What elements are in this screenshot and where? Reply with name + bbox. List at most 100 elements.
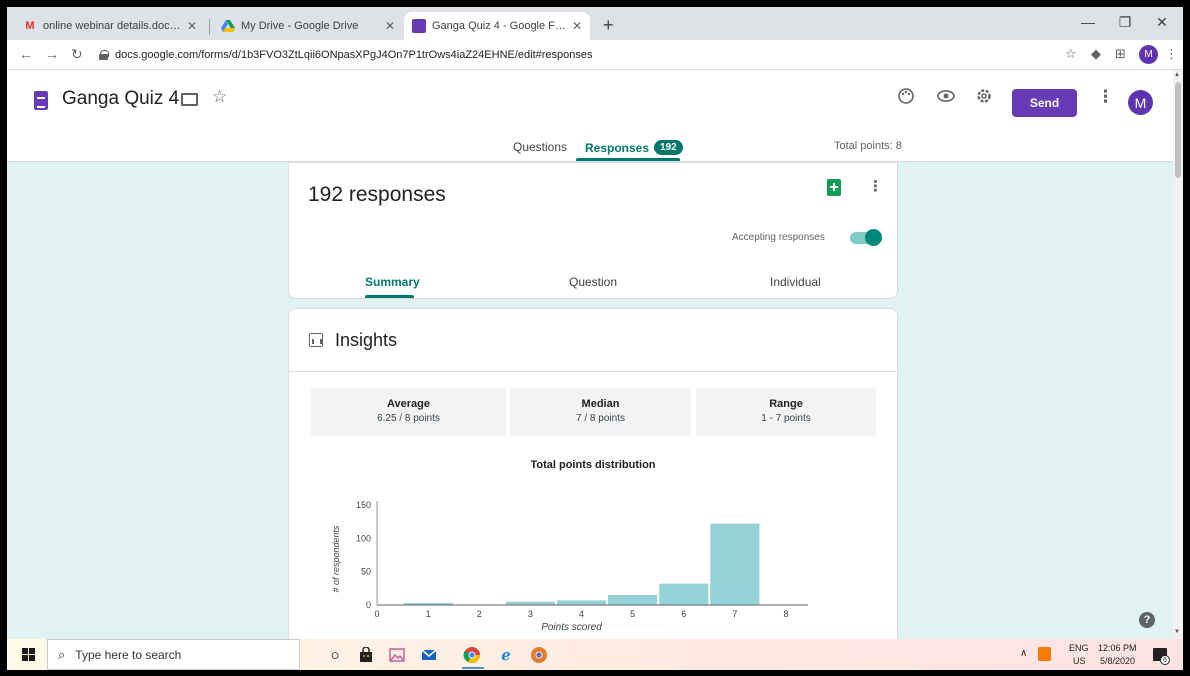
close-icon[interactable]: ✕ xyxy=(572,19,582,33)
y-axis-title: # of respondents xyxy=(331,525,341,593)
stat-value: 7 / 8 points xyxy=(576,413,625,424)
active-subtab-indicator xyxy=(365,295,414,298)
x-tick-label: 0 xyxy=(374,609,379,619)
clock-time[interactable]: 12:06 PM xyxy=(1098,643,1137,653)
mail-icon[interactable] xyxy=(419,645,439,665)
send-button[interactable]: Send xyxy=(1012,89,1077,117)
palette-icon[interactable] xyxy=(897,87,915,110)
minimize-button[interactable]: — xyxy=(1073,14,1103,30)
divider xyxy=(289,371,897,372)
clock-date: 5/8/2020 xyxy=(1100,656,1136,666)
back-icon[interactable]: ← xyxy=(19,46,33,62)
bookmark-star-icon[interactable]: ☆ xyxy=(1065,46,1077,62)
subtab-question[interactable]: Question xyxy=(569,275,617,289)
browser-tab-bar: M online webinar details.docx - ma ✕ My … xyxy=(7,7,1183,40)
region-label: US xyxy=(1073,656,1086,666)
browser-menu-icon[interactable]: ⋮ xyxy=(1165,46,1178,62)
insights-title: Insights xyxy=(335,330,398,350)
y-tick-label: 150 xyxy=(356,500,371,510)
chart-bar xyxy=(608,595,658,605)
language-label[interactable]: ENG xyxy=(1069,643,1089,653)
stat-label: Median xyxy=(581,398,620,410)
stat-label: Range xyxy=(769,398,803,410)
tab-responses[interactable]: Responses 192 xyxy=(585,140,683,155)
profile-avatar[interactable]: M xyxy=(1139,45,1158,64)
chrome-canary-icon[interactable] xyxy=(529,645,549,665)
tab-forms[interactable]: Ganga Quiz 4 - Google Forms ✕ xyxy=(404,12,590,40)
y-tick-label: 0 xyxy=(366,600,371,610)
x-tick-label: 8 xyxy=(783,609,788,619)
scroll-up-arrow[interactable]: ▲ xyxy=(1174,72,1180,78)
scroll-thumb[interactable] xyxy=(1175,82,1181,178)
windows-start-icon[interactable] xyxy=(22,648,35,661)
forms-logo-icon[interactable] xyxy=(34,91,48,110)
notification-count-badge: 6 xyxy=(1160,655,1170,665)
y-tick-label: 100 xyxy=(356,533,371,543)
responses-card: 192 responses ⋮ Accepting responses Summ… xyxy=(288,162,898,299)
tab-label: online webinar details.docx - ma xyxy=(43,20,181,32)
x-tick-label: 2 xyxy=(477,609,482,619)
active-tab-indicator xyxy=(576,158,680,161)
more-options-icon[interactable]: ⋮ xyxy=(868,177,883,195)
tab-label: Ganga Quiz 4 - Google Forms xyxy=(432,20,566,32)
stat-value: 6.25 / 8 points xyxy=(377,413,440,424)
page-scrollbar[interactable]: ▲ ▼ xyxy=(1173,70,1183,639)
close-icon[interactable]: ✕ xyxy=(385,19,395,33)
tab-separator xyxy=(209,19,210,35)
new-tab-button[interactable]: + xyxy=(603,16,614,34)
stat-average: Average 6.25 / 8 points xyxy=(311,388,506,436)
photos-icon[interactable] xyxy=(387,645,407,665)
tab-questions[interactable]: Questions xyxy=(513,140,567,154)
points-distribution-chart: 0 50 100 150 0 1 2 3 4 5 6 7 8 Points scored # of resp… xyxy=(331,500,808,633)
stat-median: Median 7 / 8 points xyxy=(510,388,691,436)
apps-grid-icon[interactable]: ⊞ xyxy=(1115,46,1126,62)
form-title[interactable]: Ganga Quiz 4 xyxy=(62,88,179,110)
tray-expand-icon[interactable]: ∧ xyxy=(1020,648,1027,659)
internet-explorer-icon[interactable]: ℯ xyxy=(496,645,516,665)
taskbar-search-box[interactable]: ⌕ Type here to search xyxy=(47,639,300,670)
chart-bar xyxy=(710,523,760,605)
x-tick-label: 6 xyxy=(681,609,686,619)
extension-icon[interactable]: ◆ xyxy=(1091,46,1101,62)
x-tick-label: 7 xyxy=(732,609,737,619)
subtab-summary[interactable]: Summary xyxy=(365,275,420,289)
gmail-icon: M xyxy=(25,20,35,32)
y-tick-label: 50 xyxy=(361,567,371,577)
chart-bar xyxy=(556,600,607,605)
tab-gmail[interactable]: M online webinar details.docx - ma ✕ xyxy=(15,12,205,40)
settings-gear-icon[interactable] xyxy=(975,87,993,110)
screen: M online webinar details.docx - ma ✕ My … xyxy=(7,7,1183,670)
scroll-down-arrow[interactable]: ▼ xyxy=(1174,629,1180,635)
folder-icon[interactable] xyxy=(181,93,198,106)
close-icon[interactable]: ✕ xyxy=(187,19,197,33)
total-points: Total points: 8 xyxy=(834,140,902,152)
maximize-button[interactable]: ❐ xyxy=(1110,14,1140,31)
account-avatar[interactable]: M xyxy=(1128,90,1153,115)
tray-app-icon[interactable] xyxy=(1038,647,1051,661)
address-bar: ← → ↻ docs.google.com/forms/d/1b3FVO3ZtL… xyxy=(7,40,1183,70)
x-tick-label: 5 xyxy=(630,609,635,619)
stat-range: Range 1 - 7 points xyxy=(696,388,876,436)
star-icon[interactable]: ☆ xyxy=(212,87,227,107)
more-options-icon[interactable]: ⋮ xyxy=(1097,87,1114,107)
tab-label: My Drive - Google Drive xyxy=(241,20,359,32)
url-bar[interactable]: docs.google.com/forms/d/1b3FVO3ZtLqii6ON… xyxy=(99,44,1059,66)
subtab-individual[interactable]: Individual xyxy=(770,275,821,289)
google-sheets-icon[interactable] xyxy=(827,179,841,196)
preview-eye-icon[interactable] xyxy=(936,87,956,110)
help-icon[interactable]: ? xyxy=(1139,612,1155,628)
chrome-icon[interactable] xyxy=(462,645,482,665)
cortana-icon[interactable]: ○ xyxy=(325,645,345,665)
forward-icon[interactable]: → xyxy=(45,46,59,62)
store-bag-icon[interactable] xyxy=(356,645,376,665)
tab-responses-label: Responses xyxy=(585,140,650,155)
stat-label: Average xyxy=(386,398,430,410)
reload-icon[interactable]: ↻ xyxy=(71,46,83,63)
close-window-button[interactable]: ✕ xyxy=(1147,14,1177,31)
accepting-responses-toggle[interactable] xyxy=(850,229,882,246)
search-placeholder: Type here to search xyxy=(75,647,182,662)
url-text: docs.google.com/forms/d/1b3FVO3ZtLqii6ON… xyxy=(115,49,593,61)
stat-value: 1 - 7 points xyxy=(761,413,811,424)
tab-questions-label: Questions xyxy=(513,140,568,154)
tab-drive[interactable]: My Drive - Google Drive ✕ xyxy=(213,12,403,40)
